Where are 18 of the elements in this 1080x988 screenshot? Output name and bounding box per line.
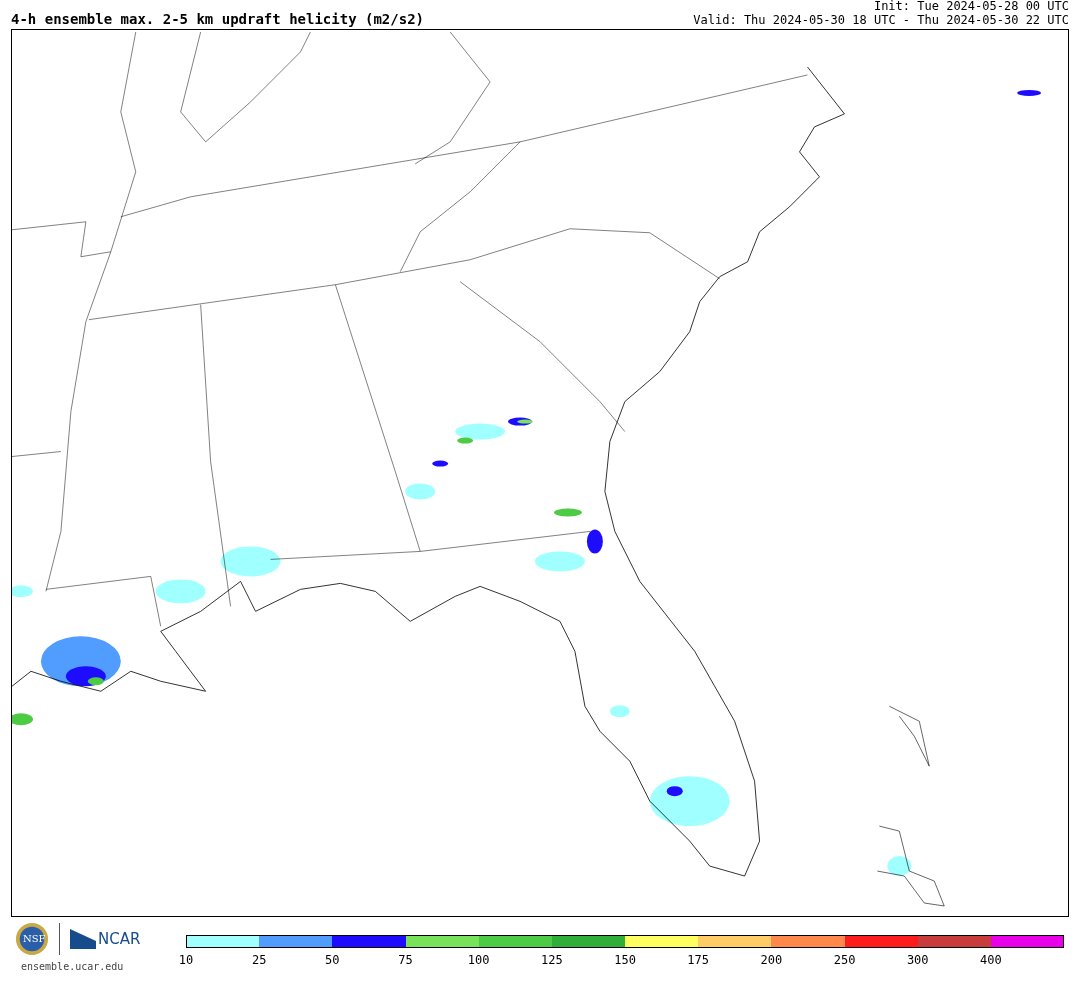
colorbar-label: 175 [687, 953, 710, 967]
colorbar-label: 25 [251, 953, 267, 967]
map-title: 4-h ensemble max. 2-5 km updraft helicity (m2/s2) [11, 11, 424, 27]
colorbar-label: 125 [541, 953, 563, 967]
ncar-mark-icon [70, 929, 96, 949]
colorbar-label: 300 [906, 953, 929, 967]
colorbar-label: 10 [178, 953, 194, 967]
site-url: ensemble.ucar.edu [21, 961, 125, 972]
colorbar-label: 400 [980, 953, 1002, 967]
colorbar-label: 150 [614, 953, 636, 967]
colorbar-label: 100 [467, 953, 490, 967]
init-time: Init: Tue 2024-05-28 00 UTC [872, 0, 1069, 13]
valid-time: Valid: Thu 2024-05-30 18 UTC - Thu 2024-05-30 22 UTC [693, 13, 1069, 27]
colorbar-label: 50 [325, 953, 340, 967]
colorbar-label: 250 [833, 953, 856, 967]
colorbar-label: 75 [398, 953, 413, 967]
ncar-wordmark: NCAR [98, 930, 141, 948]
colorbar-label: 200 [760, 953, 783, 967]
